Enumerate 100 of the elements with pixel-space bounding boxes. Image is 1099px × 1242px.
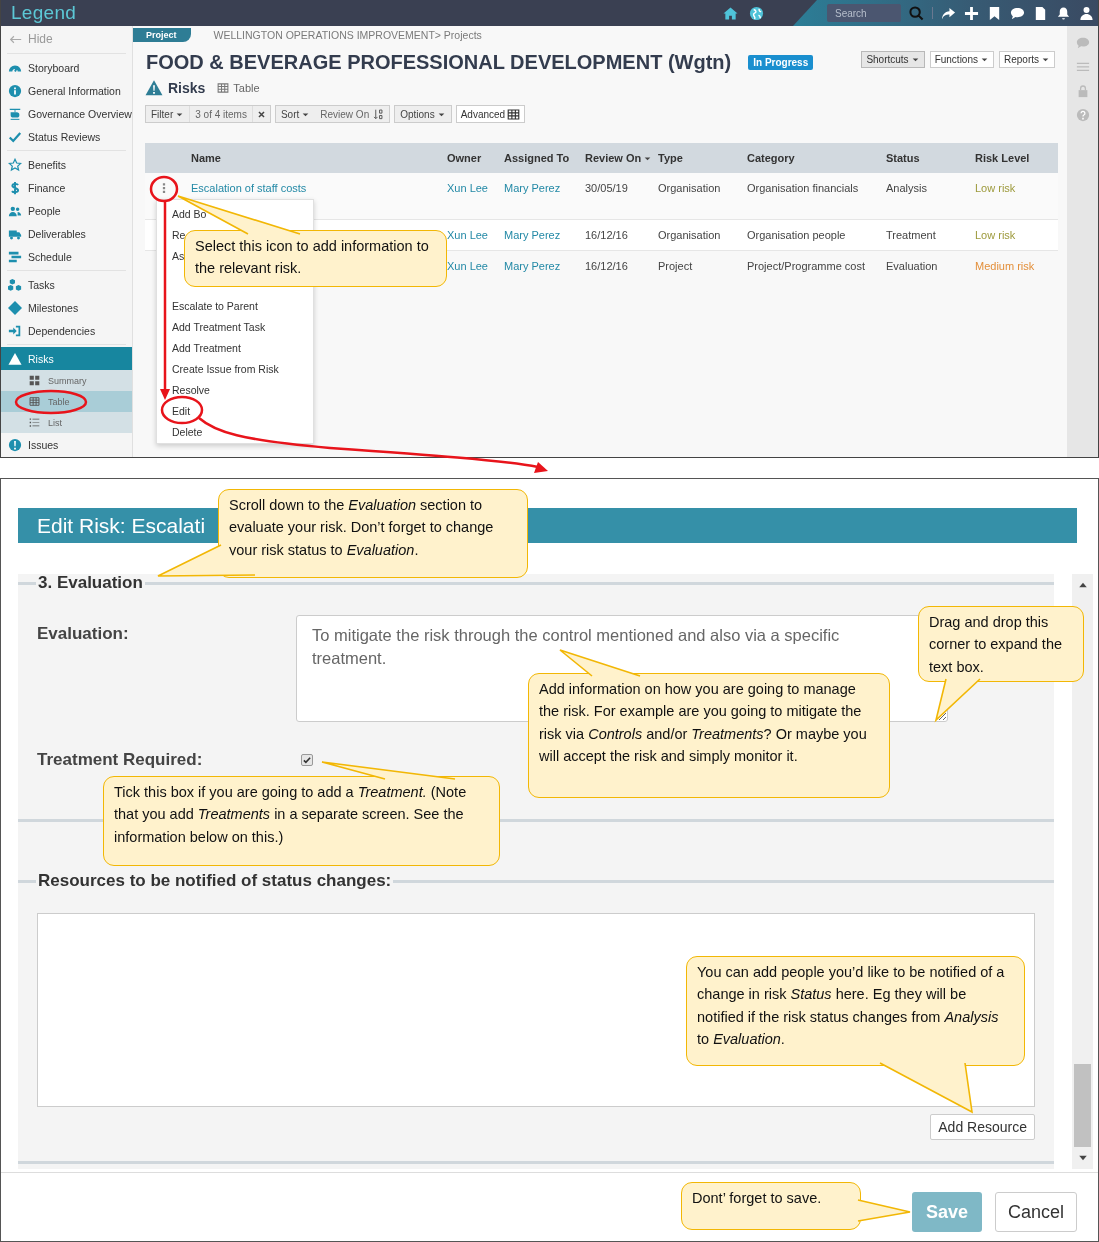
callout-pointer: [934, 678, 981, 723]
sort-icon: [373, 108, 385, 120]
table-cell: Organisation: [658, 182, 721, 194]
dropdown-button[interactable]: Functions: [929, 51, 994, 68]
sidebar-item[interactable]: People: [1, 199, 132, 222]
table-link[interactable]: Xun Lee: [447, 260, 488, 272]
table-link[interactable]: Escalation of staff costs: [191, 182, 307, 194]
logo: Legend: [11, 2, 77, 24]
sidebar-item[interactable]: Benefits: [1, 153, 132, 176]
options-button[interactable]: Options: [395, 106, 451, 122]
menu-item[interactable]: Delete: [172, 421, 203, 442]
add-resource-button[interactable]: Add Resource: [930, 1114, 1035, 1140]
sidebar-item[interactable]: Milestones: [1, 296, 132, 319]
table-cell: Treatment: [886, 229, 936, 241]
section-heading: 3. Evaluation: [37, 573, 144, 593]
document-icon[interactable]: [1033, 5, 1048, 21]
sidebar-item[interactable]: Governance Overview: [1, 102, 132, 125]
column-header[interactable]: Risk Level: [975, 152, 1058, 164]
sign-in-icon: [8, 323, 22, 338]
chat-icon[interactable]: [1010, 5, 1025, 21]
column-header[interactable]: Category: [747, 152, 886, 164]
menu-item[interactable]: Create Issue from Risk: [172, 358, 279, 379]
sort-field-button[interactable]: Review On: [315, 106, 390, 122]
table-cell: 16/12/16: [585, 260, 628, 272]
sidebar-item[interactable]: Tasks: [1, 273, 132, 296]
filter-count: 3 of 4 items: [189, 106, 252, 122]
sidebar-item[interactable]: Finance: [1, 176, 132, 199]
warning-icon: [8, 351, 22, 366]
share-icon[interactable]: [941, 5, 956, 21]
caret-icon: [980, 55, 989, 64]
search-icon[interactable]: [909, 5, 924, 21]
cancel-button[interactable]: Cancel: [995, 1192, 1077, 1232]
column-header[interactable]: Review On: [585, 152, 658, 164]
star-icon: [8, 157, 22, 172]
column-header[interactable]: Name: [191, 152, 447, 164]
user-icon[interactable]: [1079, 5, 1094, 21]
menu-item[interactable]: Resolve: [172, 379, 210, 400]
table-icon: [29, 396, 40, 407]
table-icon: [217, 82, 230, 94]
risk-level: Low risk: [975, 229, 1016, 241]
table-cell: 16/12/16: [585, 229, 628, 241]
table-link[interactable]: Mary Perez: [504, 182, 561, 194]
menu-item[interactable]: Escalate to Parent: [172, 295, 258, 316]
section-heading: Resources to be notified of status changes:: [37, 871, 393, 891]
sidebar-item[interactable]: Schedule: [1, 245, 132, 268]
table-cell: Project/Programme cost: [747, 260, 865, 272]
sidebar-item[interactable]: Status Reviews: [1, 125, 132, 148]
menu-item[interactable]: Add Treatment: [172, 337, 241, 358]
sidebar-item[interactable]: Risks: [1, 347, 132, 370]
checkmark-icon: [302, 755, 312, 765]
table-cell: Analysis: [886, 182, 927, 194]
project-tab[interactable]: Project: [133, 28, 191, 42]
menu-item[interactable]: Add Bo: [172, 203, 207, 224]
menu-item[interactable]: Add Treatment Task: [172, 316, 266, 337]
treatment-checkbox[interactable]: [301, 754, 313, 766]
table-link[interactable]: Xun Lee: [447, 182, 488, 194]
table-cell: Organisation financials: [747, 182, 859, 194]
bookmark-icon[interactable]: [987, 5, 1002, 21]
caret-icon: [1041, 55, 1050, 64]
home-icon[interactable]: [723, 5, 738, 21]
table-link[interactable]: Mary Perez: [504, 229, 561, 241]
menu-item[interactable]: As: [172, 245, 185, 266]
dropdown-button[interactable]: Shortcuts: [861, 51, 925, 68]
scroll-thumb[interactable]: [1074, 1064, 1091, 1147]
scrollbar[interactable]: [1072, 574, 1093, 1169]
sidebar-item[interactable]: Dependencies: [1, 319, 132, 342]
plus-icon[interactable]: [964, 5, 979, 21]
sidebar-item[interactable]: Deliverables: [1, 222, 132, 245]
close-icon: [256, 109, 266, 119]
globe-icon[interactable]: [749, 5, 764, 21]
project-title: FOOD & BEVERAGE PROFESSIONAL DEVELOPMENT (Wgtn): [145, 50, 732, 75]
callout: Dont’ forget to save.: [681, 1182, 861, 1230]
search-field[interactable]: Search: [827, 4, 901, 22]
advanced-button[interactable]: Advanced: [455, 105, 526, 123]
risk-level: Low risk: [975, 182, 1016, 194]
column-header[interactable]: Assigned To: [504, 152, 585, 164]
field-label: Treatment Required:: [37, 750, 204, 770]
menu-item[interactable]: Edit: [172, 400, 191, 421]
table-link[interactable]: Xun Lee: [447, 229, 488, 241]
sidebar-subitem[interactable]: Summary: [1, 370, 132, 391]
dropdown-button[interactable]: Reports: [999, 51, 1055, 68]
filter-button[interactable]: Filter: [146, 106, 190, 122]
column-header[interactable]: Type: [658, 152, 747, 164]
sidebar-item[interactable]: Storyboard: [1, 56, 132, 79]
sidebar-item[interactable]: General Information: [1, 79, 132, 102]
sort-button[interactable]: Sort: [275, 106, 316, 122]
dollar-icon: [8, 180, 22, 195]
bell-icon[interactable]: [1056, 5, 1071, 21]
table-link[interactable]: Mary Perez: [504, 260, 561, 272]
check-icon: [8, 129, 22, 144]
sidebar-subitem[interactable]: List: [1, 412, 132, 433]
bars-icon: [8, 249, 22, 264]
column-header[interactable]: Status: [886, 152, 975, 164]
warning-icon: [145, 79, 163, 97]
sidebar-item[interactable]: Issues: [1, 433, 132, 456]
table-cell: 30/05/19: [585, 182, 628, 194]
column-header[interactable]: Owner: [447, 152, 504, 164]
menu-item[interactable]: Re: [172, 224, 186, 245]
caret-icon: [910, 55, 920, 64]
status-badge: In Progress: [748, 55, 814, 70]
